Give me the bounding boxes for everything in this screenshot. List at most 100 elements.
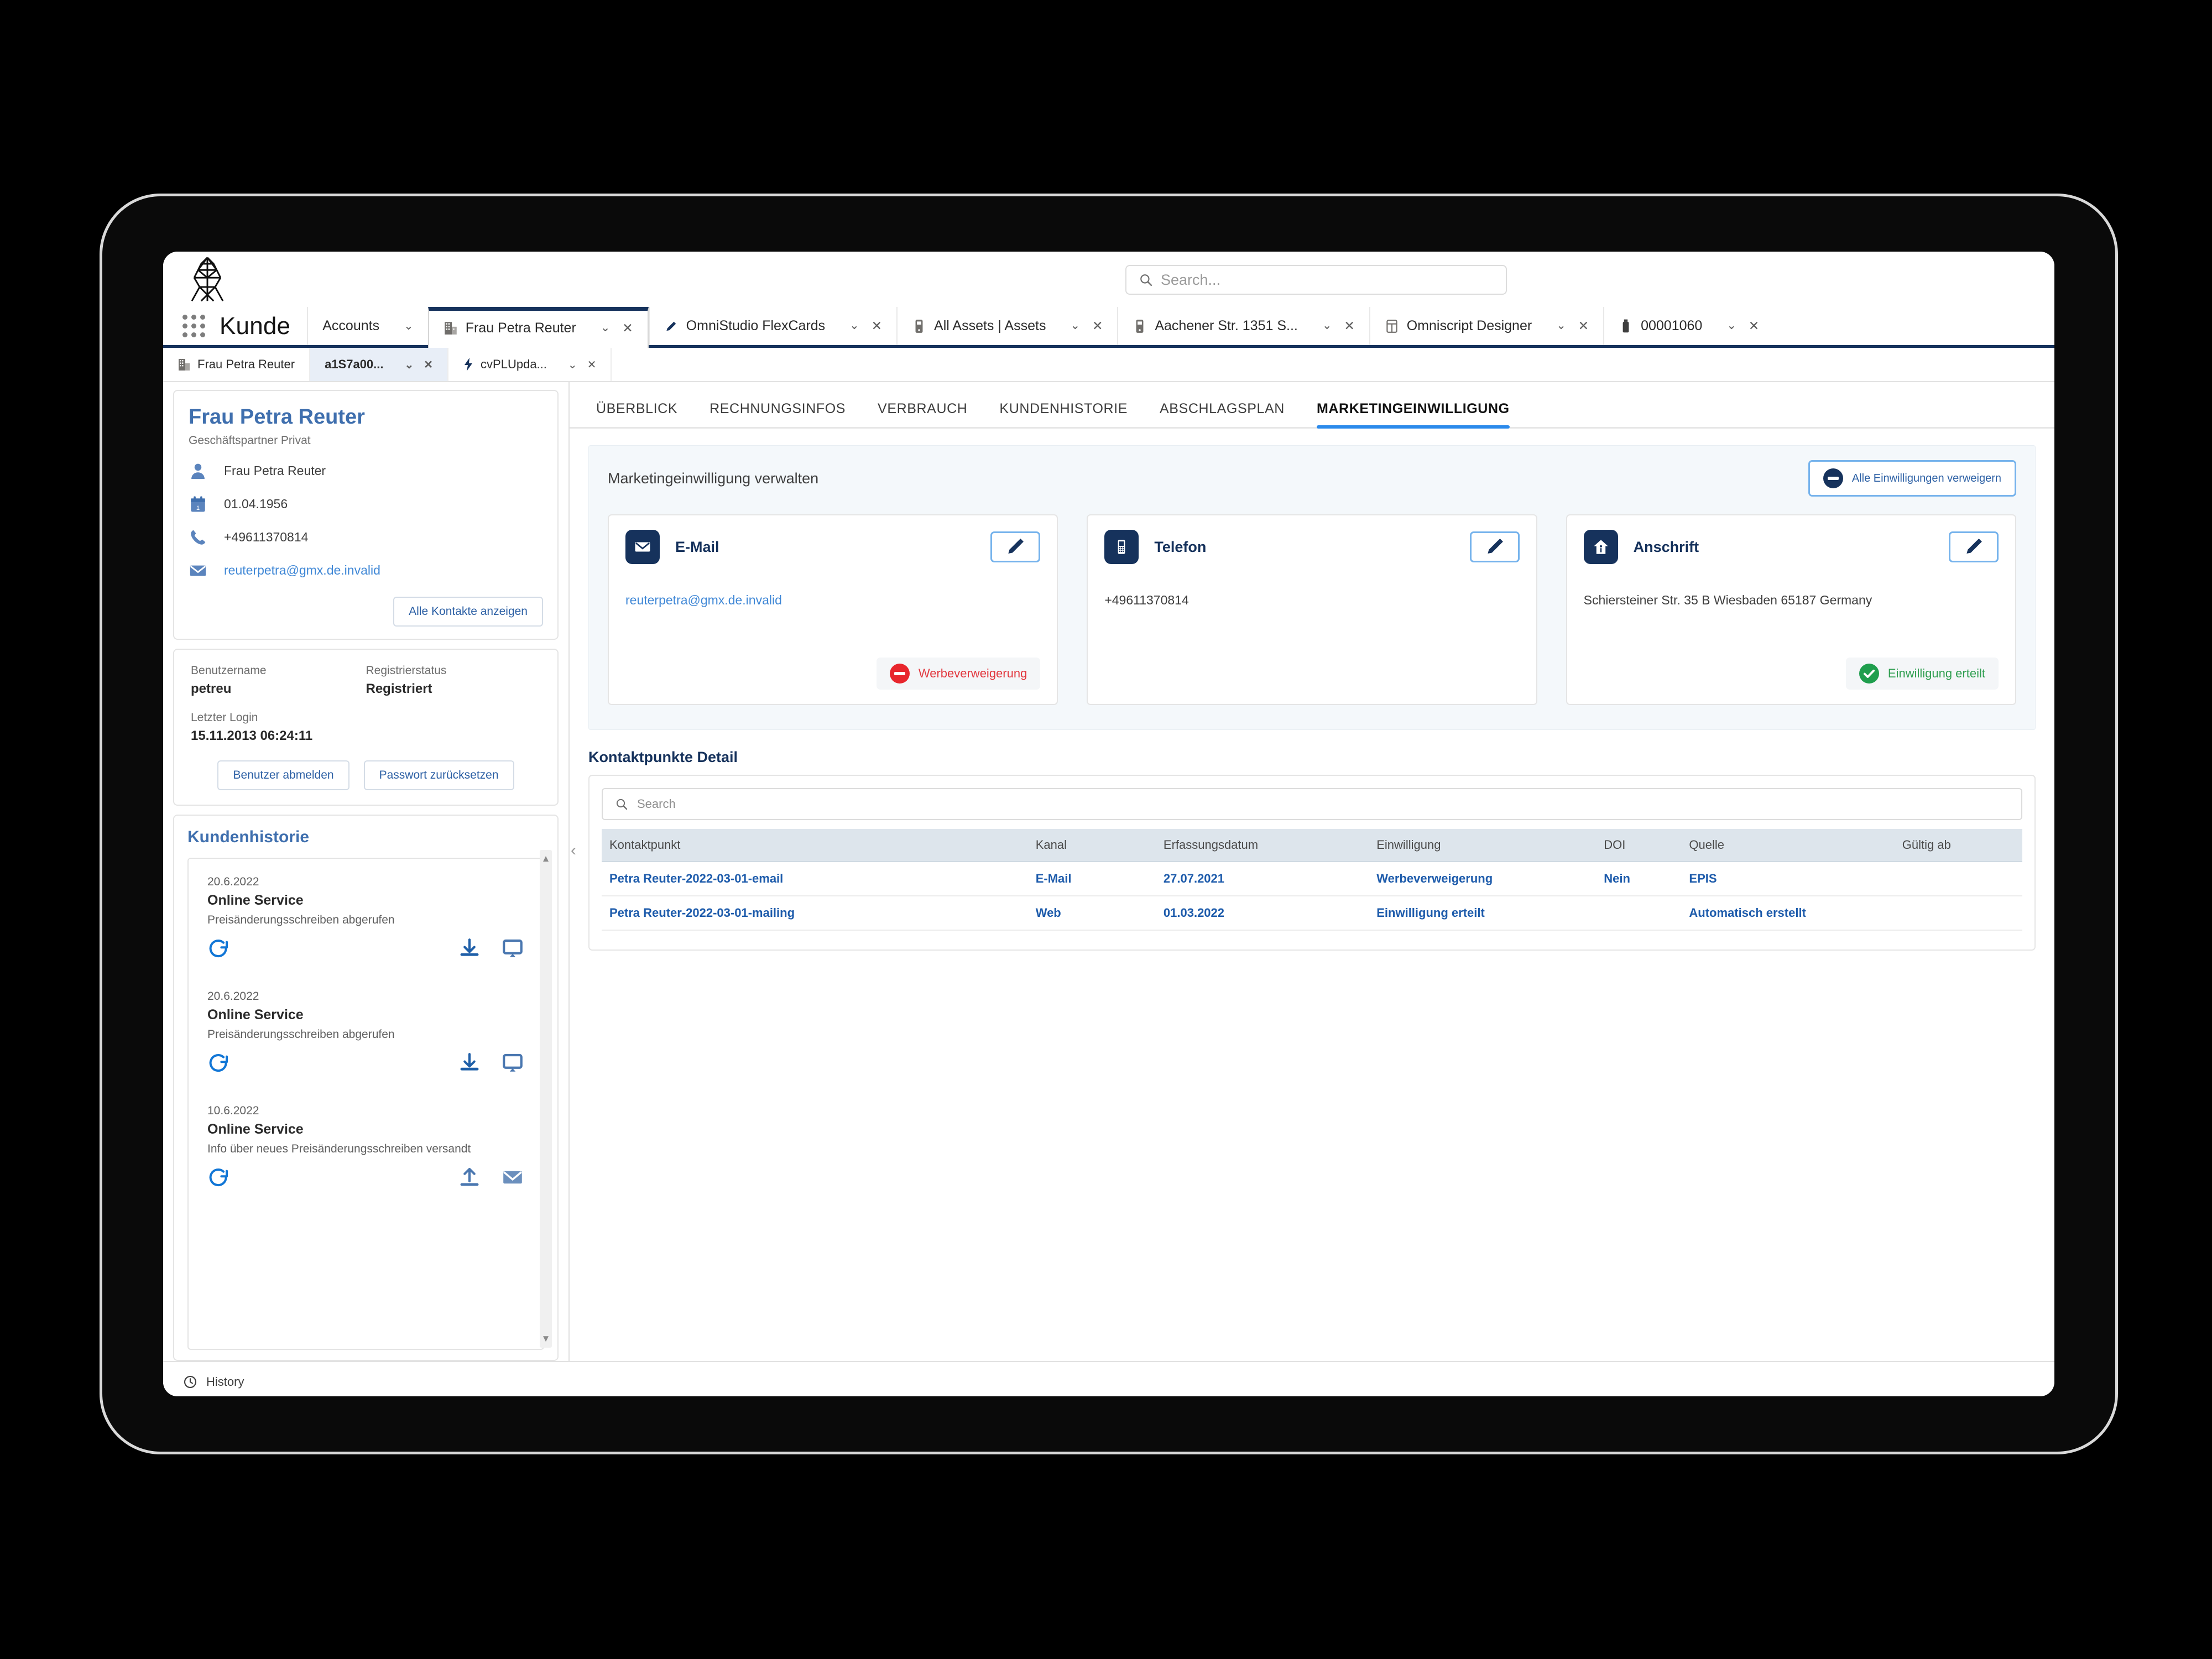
nav-tab-controls[interactable]: ⌄ ✕	[1322, 319, 1355, 333]
deny-all-consents-button[interactable]: Alle Einwilligungen verweigern	[1808, 460, 2016, 497]
close-icon[interactable]: ✕	[872, 319, 882, 333]
status-badge-label: Werbeverweigerung	[918, 666, 1027, 680]
download-icon[interactable]	[458, 1051, 481, 1074]
column-header-erfassungsdatum[interactable]: Erfassungsdatum	[1155, 829, 1369, 862]
app-launcher-button[interactable]	[175, 307, 212, 345]
nav-tab-controls[interactable]: ⌄ ✕	[1726, 319, 1759, 333]
logout-user-button[interactable]: Benutzer abmelden	[217, 760, 349, 790]
nav-tab-controls[interactable]: ⌄ ✕	[849, 319, 882, 333]
subtab-controls[interactable]: ⌄ ✕	[405, 358, 434, 372]
tab-kundenhistorie[interactable]: KUNDENHISTORIE	[999, 401, 1128, 427]
consent-card-value[interactable]: reuterpetra@gmx.de.invalid	[625, 593, 1040, 608]
nav-tab-omnistudio-flexcards[interactable]: OmniStudio FlexCards ⌄ ✕	[648, 307, 896, 345]
monitor-icon[interactable]	[501, 1051, 524, 1074]
chevron-down-icon[interactable]: ⌄	[404, 319, 414, 333]
collapse-sidebar-icon[interactable]: ‹	[571, 841, 576, 860]
close-icon[interactable]: ✕	[622, 321, 633, 336]
list-item[interactable]: 20.6.2022 Online Service Preisänderungss…	[207, 875, 524, 960]
chevron-down-icon[interactable]: ⌄	[1726, 319, 1736, 333]
registration-status-field: Registrierstatus Registriert	[366, 664, 541, 697]
global-search-box[interactable]: Search...	[1125, 265, 1507, 295]
subtab-frau-petra-reuter[interactable]: Frau Petra Reuter	[163, 348, 311, 381]
close-icon[interactable]: ✕	[424, 358, 433, 372]
column-header-einwilligung[interactable]: Einwilligung	[1369, 829, 1597, 862]
show-all-contacts-button[interactable]: Alle Kontakte anzeigen	[393, 596, 543, 627]
tab-verbrauch[interactable]: VERBRAUCH	[878, 401, 967, 427]
table-row[interactable]: Petra Reuter-2022-03-01-mailing Web 01.0…	[602, 896, 2022, 931]
utility-bar-history-label[interactable]: History	[206, 1375, 244, 1389]
account-icon	[179, 359, 190, 371]
history-scrollbar[interactable]: ▲ ▼	[540, 849, 552, 1348]
highlight-field-value[interactable]: reuterpetra@gmx.de.invalid	[224, 563, 380, 578]
nav-tab-accounts[interactable]: Accounts ⌄	[307, 307, 427, 345]
marketing-panel-title: Marketingeinwilligung verwalten	[608, 469, 819, 487]
chevron-down-icon[interactable]: ⌄	[849, 319, 859, 333]
nav-tab-all-assets[interactable]: All Assets | Assets ⌄ ✕	[896, 307, 1117, 345]
tab-marketingeinwilligung[interactable]: MARKETINGEINWILLIGUNG	[1316, 401, 1510, 429]
highlight-field-email[interactable]: reuterpetra@gmx.de.invalid	[189, 561, 543, 580]
nav-tab-omniscript-designer[interactable]: Omniscript Designer ⌄ ✕	[1369, 307, 1603, 345]
edit-email-consent-button[interactable]	[990, 531, 1041, 562]
mobile-phone-icon	[1104, 530, 1139, 564]
list-item[interactable]: 10.6.2022 Online Service Info über neues…	[207, 1104, 524, 1189]
account-highlights-card: Frau Petra Reuter Geschäftspartner Priva…	[173, 390, 559, 640]
consent-card-title: E-Mail	[675, 538, 719, 555]
left-rail: Frau Petra Reuter Geschäftspartner Priva…	[163, 382, 570, 1361]
close-icon[interactable]: ✕	[1092, 319, 1103, 333]
close-icon[interactable]: ✕	[1578, 319, 1589, 333]
refresh-icon[interactable]	[207, 937, 231, 960]
nav-tab-frau-petra-reuter[interactable]: Frau Petra Reuter ⌄ ✕	[427, 307, 649, 348]
nav-tab-label: All Assets | Assets	[934, 318, 1046, 333]
refresh-icon[interactable]	[207, 1166, 231, 1189]
page-title: Frau Petra Reuter	[189, 405, 365, 429]
monitor-icon[interactable]	[501, 937, 524, 960]
subtab-a1s7a00[interactable]: a1S7a00... ⌄ ✕	[310, 348, 449, 381]
nav-tab-00001060[interactable]: 00001060 ⌄ ✕	[1603, 307, 1773, 345]
upload-icon[interactable]	[458, 1166, 481, 1189]
column-header-gueltig-ab[interactable]: Gültig ab	[1894, 829, 2022, 862]
cell-kontaktpunkt[interactable]: Petra Reuter-2022-03-01-email	[602, 862, 1028, 896]
nav-tab-controls[interactable]: ⌄ ✕	[601, 321, 633, 336]
check-circle-icon	[1859, 664, 1879, 684]
column-header-kontaktpunkt[interactable]: Kontaktpunkt	[602, 829, 1028, 862]
nav-tab-controls[interactable]: ⌄ ✕	[1556, 319, 1589, 333]
download-icon[interactable]	[458, 937, 481, 960]
last-login-field: Letzter Login 15.11.2013 06:24:11	[191, 711, 541, 744]
contact-points-search-input[interactable]: Search	[602, 788, 2022, 820]
column-header-doi[interactable]: DOI	[1596, 829, 1682, 862]
edit-anschrift-consent-button[interactable]	[1948, 531, 1999, 562]
reset-password-button[interactable]: Passwort zurücksetzen	[363, 760, 514, 790]
list-item[interactable]: 20.6.2022 Online Service Preisänderungss…	[207, 990, 524, 1074]
cell-erfassungsdatum: 01.03.2022	[1155, 896, 1369, 931]
chevron-down-icon[interactable]: ⌄	[1070, 319, 1080, 333]
chevron-down-icon[interactable]: ⌄	[1322, 319, 1332, 333]
column-header-quelle[interactable]: Quelle	[1681, 829, 1895, 862]
nav-tab-controls[interactable]: ⌄	[404, 319, 414, 333]
contact-points-card: Search Kontaktpunkt Kanal Erfassungsdatu…	[588, 775, 2036, 951]
subtab-cvplupda[interactable]: cvPLUpda... ⌄ ✕	[448, 348, 612, 381]
chevron-down-icon[interactable]: ⌄	[568, 358, 577, 372]
nav-tab-aachener-str[interactable]: Aachener Str. 1351 S... ⌄ ✕	[1117, 307, 1369, 345]
table-body: Petra Reuter-2022-03-01-email E-Mail 27.…	[602, 862, 2022, 931]
nav-tab-controls[interactable]: ⌄ ✕	[1070, 319, 1103, 333]
close-icon[interactable]: ✕	[1749, 319, 1759, 333]
contact-points-search-placeholder: Search	[637, 797, 676, 811]
user-card-actions: Benutzer abmelden Passwort zurücksetzen	[191, 760, 541, 790]
chevron-down-icon[interactable]: ⌄	[601, 321, 611, 336]
subtab-controls[interactable]: ⌄ ✕	[568, 358, 597, 372]
scroll-up-icon[interactable]: ▲	[541, 853, 551, 864]
table-row[interactable]: Petra Reuter-2022-03-01-email E-Mail 27.…	[602, 862, 2022, 896]
tab-abschlagsplan[interactable]: ABSCHLAGSPLAN	[1160, 401, 1285, 427]
column-header-kanal[interactable]: Kanal	[1027, 829, 1156, 862]
chevron-down-icon[interactable]: ⌄	[1556, 319, 1566, 333]
email-icon[interactable]	[501, 1166, 524, 1189]
cell-kontaktpunkt[interactable]: Petra Reuter-2022-03-01-mailing	[602, 896, 1028, 931]
tab-ueberblick[interactable]: ÜBERBLICK	[596, 401, 677, 427]
scroll-down-icon[interactable]: ▼	[541, 1333, 551, 1344]
tab-rechnungsinfos[interactable]: RECHNUNGSINFOS	[709, 401, 846, 427]
close-icon[interactable]: ✕	[1344, 319, 1354, 333]
refresh-icon[interactable]	[207, 1051, 231, 1074]
chevron-down-icon[interactable]: ⌄	[405, 358, 414, 372]
close-icon[interactable]: ✕	[587, 358, 597, 372]
edit-telefon-consent-button[interactable]	[1469, 531, 1520, 562]
